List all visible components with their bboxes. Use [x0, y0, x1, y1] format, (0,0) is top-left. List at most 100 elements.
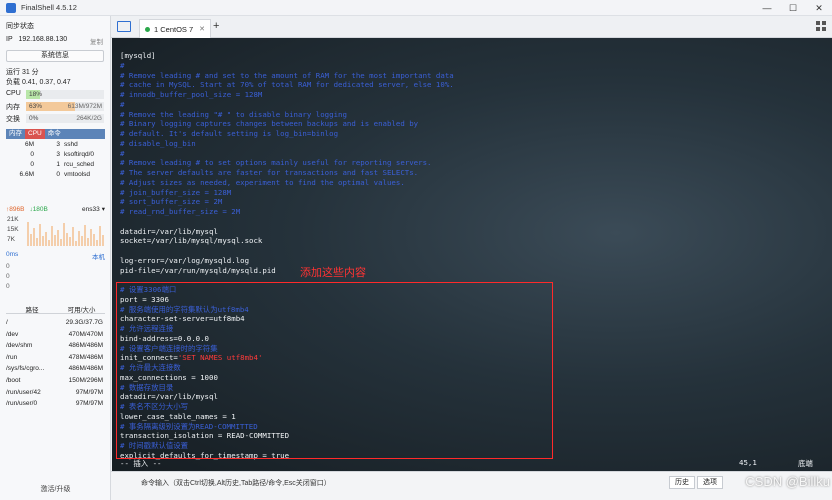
terminal-comment-line: # innodb_buffer_pool_size = 128M [120, 90, 263, 99]
disk-row[interactable]: /boot 150M/296M [6, 375, 105, 387]
terminal-comment-line: # Remove leading # and set to the amount… [120, 70, 454, 80]
cpu-meter: 18% [26, 90, 104, 99]
terminal-line: pid-file=/var/run/mysqld/mysqld.pid [120, 265, 276, 275]
minimize-button[interactable]: — [754, 0, 780, 16]
swap-label: 交换 [6, 116, 20, 123]
process-row[interactable]: 0 1 rcu_sched [6, 160, 105, 170]
folder-icon[interactable] [117, 21, 131, 32]
terminal-comment-line: # default. It's default setting is log_b… [120, 129, 339, 138]
terminal[interactable]: [mysqld] # # Remove leading # and set to t… [112, 38, 832, 471]
mem-meter: 63% 613M/972M [26, 102, 104, 111]
disk-row[interactable]: /dev 470M/470M [6, 329, 105, 341]
disk-path: /boot [6, 376, 21, 384]
terminal-line: socket=/var/lib/mysql/mysql.sock [120, 236, 263, 246]
proc-col-mem[interactable]: 内存 [6, 129, 25, 139]
mem-value: 613M/972M [67, 103, 102, 110]
latency-tick: 0 [6, 263, 10, 270]
mem-label: 内存 [6, 104, 20, 111]
disk-row[interactable]: /run/user/42 97M/97M [6, 387, 105, 399]
disk-size: 97M/97M [75, 388, 103, 396]
activate-upgrade-link[interactable]: 激活/升级 [0, 484, 111, 494]
command-input[interactable]: 命令输入（双击Ctrl切换,Alt历史,Tab路径/命令,Esc关闭窗口） [141, 478, 331, 488]
connected-status-icon [145, 26, 150, 32]
terminal-comment-line: # cache in MySQL. Start at 70% of total … [120, 80, 454, 90]
load-text: 负载 0.41, 0.37, 0.47 [6, 79, 71, 86]
vim-mode-indicator: -- 插入 -- [120, 459, 162, 468]
chevron-down-icon[interactable]: ▾ [102, 205, 105, 213]
terminal-comment-line: # Adjust sizes as needed, experiment to … [120, 177, 405, 187]
proc-col-cpu[interactable]: CPU [25, 129, 45, 139]
disk-path: /run [6, 353, 18, 361]
add-tab-button[interactable]: + [213, 20, 219, 32]
process-row[interactable]: 0 3 ksoftirqd/0 [6, 150, 105, 160]
process-row[interactable]: 6.6M 0 vmtoolsd [6, 170, 105, 180]
title-bar: FinalShell 4.5.12 — ☐ ✕ [0, 0, 832, 16]
net-tick: 7K [7, 236, 16, 243]
terminal-comment-line: # disable_log_bin [120, 138, 196, 148]
system-info-button[interactable]: 系统信息 [6, 50, 104, 62]
scroll-position: 底端 [798, 459, 813, 468]
proc-col-cmd[interactable]: 命令 [45, 129, 64, 139]
disk-path: /dev [6, 330, 19, 338]
copy-ip-button[interactable]: 复制 [90, 36, 103, 46]
proc-cmd: sshd [64, 141, 78, 148]
window-controls: — ☐ ✕ [754, 0, 832, 16]
cpu-label: CPU [6, 90, 21, 97]
annotation-highlight-box [116, 282, 553, 459]
annotation-label: 添加这些内容 [300, 267, 366, 279]
csdn-watermark: CSDN @Billku [745, 474, 830, 489]
disk-list: / 29.3G/37.7G /dev 470M/470M /dev/shm 486M/… [6, 317, 105, 410]
finalshell-logo-icon [6, 2, 16, 13]
disk-path: /dev/shm [6, 342, 33, 350]
tab-label: 1 CentOS 7 [154, 24, 194, 34]
disk-row[interactable]: /run 478M/486M [6, 352, 105, 364]
process-list: 6M 3 sshd 0 3 ksoftirqd/0 0 1 rcu_sched 6.6M 0 v… [6, 140, 105, 180]
window-title: FinalShell 4.5.12 [21, 3, 77, 12]
terminal-line: log-error=/var/log/mysqld.log [120, 255, 250, 265]
cursor-position: 45,1 [739, 458, 757, 467]
disk-size: 29.3G/37.7G [65, 319, 103, 326]
disk-size: 486M/486M [68, 342, 103, 350]
disk-row[interactable]: /dev/shm 486M/486M [6, 340, 105, 352]
terminal-comment-line: # The server defaults are faster for tra… [120, 168, 419, 177]
terminal-comment-line: # Binary logging captures changes betwee… [120, 119, 419, 129]
disk-size: 470M/470M [68, 330, 103, 338]
latency-value: 0ms [6, 251, 19, 258]
proc-cpu: 3 [56, 141, 60, 148]
disk-row[interactable]: /sys/fs/cgro... 486M/486M [6, 363, 105, 375]
net-tick: 21K [7, 216, 19, 223]
disk-size: 478M/486M [68, 353, 103, 361]
net-interface-select[interactable]: ens33 [82, 206, 100, 213]
net-download: ↓180B [29, 205, 48, 213]
close-button[interactable]: ✕ [806, 0, 832, 16]
disk-row[interactable]: / 29.3G/37.7G [6, 317, 105, 329]
latency-header: 0ms 本机 [6, 251, 105, 261]
swap-percent: 0% [29, 115, 39, 122]
terminal-comment-line: # [120, 99, 125, 109]
tab-bar: 1 CentOS 7 ✕ + [111, 16, 832, 38]
close-icon[interactable]: ✕ [199, 25, 205, 33]
terminal-comment-line: # read_rnd_buffer_size = 2M [120, 207, 241, 216]
latency-ticks: 0 0 0 [6, 263, 10, 293]
terminal-comment-line: # join_buffer_size = 128M [120, 187, 232, 197]
grid-view-icon[interactable] [816, 21, 826, 31]
proc-mem: 6.6M [19, 171, 34, 178]
sync-status-label: 同步状态 [6, 23, 34, 30]
tab-centos7[interactable]: 1 CentOS 7 ✕ [139, 19, 211, 38]
cpu-percent: 18% [29, 91, 43, 98]
maximize-button[interactable]: ☐ [780, 0, 806, 16]
latency-host[interactable]: 本机 [92, 251, 105, 261]
history-button[interactable]: 历史 [669, 476, 695, 489]
disk-size: 486M/486M [68, 365, 103, 373]
process-row[interactable]: 6M 3 sshd [6, 140, 105, 150]
options-button[interactable]: 选项 [697, 476, 723, 489]
disk-table-header: 路径 可用/大小 [6, 304, 105, 314]
ip-row: IP 192.168.88.130 [6, 36, 67, 43]
disk-path: / [6, 319, 8, 326]
bottom-strip [111, 493, 832, 500]
net-traffic-bars [27, 222, 104, 246]
disk-col-size: 可用/大小 [67, 307, 96, 314]
proc-cmd: rcu_sched [64, 161, 94, 168]
disk-row[interactable]: /run/user/0 97M/97M [6, 398, 105, 410]
